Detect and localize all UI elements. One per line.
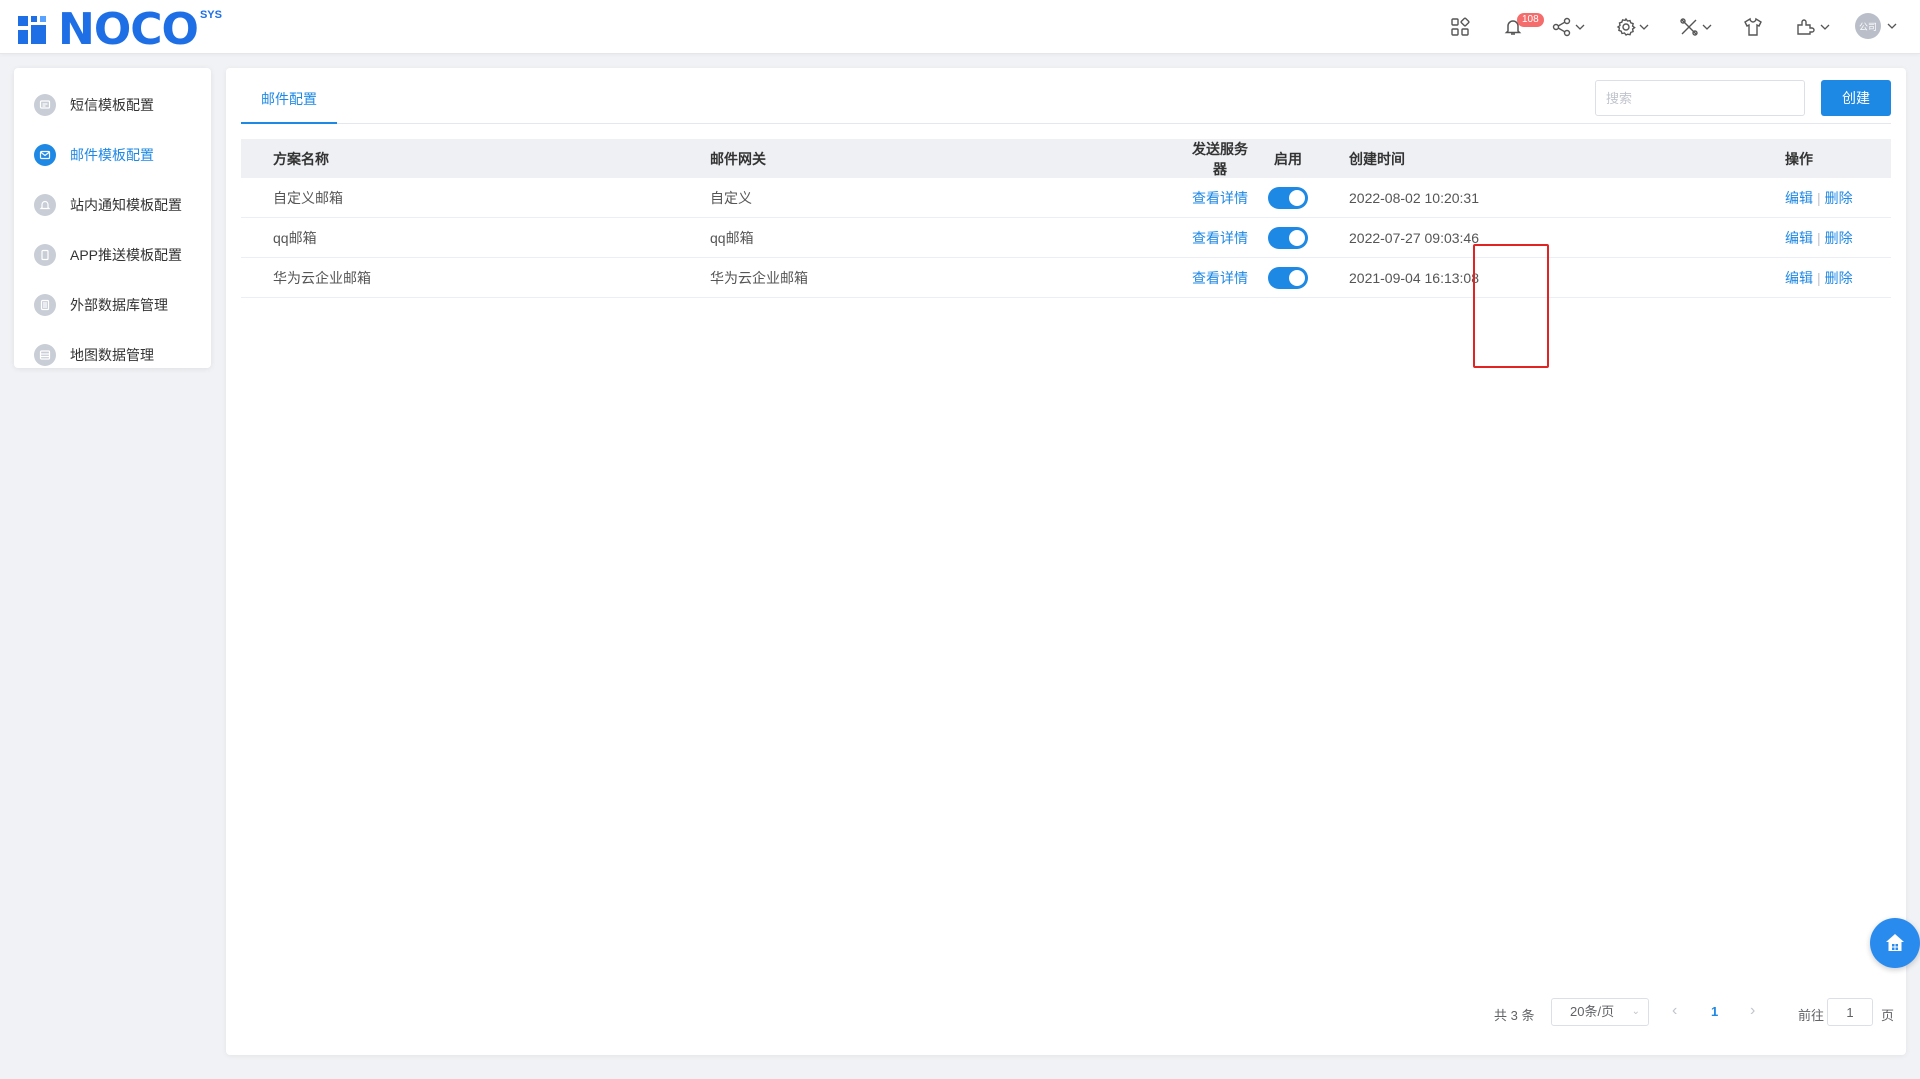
header-actions: 操作 [1785, 150, 1813, 167]
sidebar-item-label: 地图数据管理 [70, 347, 154, 363]
action-divider: | [1817, 269, 1821, 286]
goto-label: 前往 [1798, 1008, 1825, 1023]
action-divider: | [1817, 189, 1821, 206]
chevron-down-icon [1575, 24, 1585, 30]
table-row: 自定义邮箱 自定义 查看详情 2022-08-02 10:20:31 编辑 | 删除 [241, 178, 1891, 218]
map-icon [34, 344, 56, 366]
home-icon [1886, 934, 1904, 951]
mail-icon [34, 144, 56, 166]
sidebar-item-map-data[interactable]: 地图数据管理 [14, 330, 211, 380]
cell-scheme-name: qq邮箱 [273, 229, 317, 246]
chevron-down-icon [1702, 24, 1712, 30]
page-size-select[interactable]: 20条/页 ⌄ [1551, 998, 1649, 1026]
chevron-down-icon: ⌄ [1631, 1006, 1640, 1017]
mail-config-table: 方案名称 邮件网关 发送服务器 启用 创建时间 操作 自定义邮箱 自定义 查看详… [241, 139, 1891, 298]
share-icon [1552, 17, 1571, 37]
notification-badge: 108 [1517, 13, 1544, 27]
view-details-link[interactable]: 查看详情 [1192, 230, 1248, 246]
top-bar: NOCO SYS 108 公司 [0, 0, 1920, 54]
search-input[interactable] [1595, 80, 1805, 116]
view-details-link[interactable]: 查看详情 [1192, 190, 1248, 206]
header-enabled: 启用 [1274, 150, 1302, 167]
database-icon [34, 294, 56, 316]
shirt-icon[interactable] [1743, 15, 1763, 39]
edit-link[interactable]: 编辑 [1785, 230, 1813, 246]
table-row: 华为云企业邮箱 华为云企业邮箱 查看详情 2021-09-04 16:13:08… [241, 258, 1891, 298]
phone-icon [34, 244, 56, 266]
pagination-total: 共 3 条 [1494, 1008, 1535, 1023]
sidebar-item-label: 站内通知模板配置 [70, 197, 182, 213]
cell-created-time: 2021-09-04 16:13:08 [1349, 269, 1479, 286]
header-send-server: 发送服务器 [1192, 140, 1248, 177]
sidebar: 短信模板配置 邮件模板配置 站内通知模板配置 APP推送模板配置 外部数据库管理… [14, 68, 211, 368]
user-menu[interactable]: 公司 [1855, 13, 1898, 39]
tools-menu[interactable] [1679, 15, 1713, 39]
apps-grid-icon[interactable] [1450, 15, 1470, 39]
goto-page-input[interactable] [1827, 998, 1873, 1026]
cell-mail-gateway: qq邮箱 [710, 229, 754, 246]
share-menu[interactable] [1552, 15, 1586, 39]
edit-link[interactable]: 编辑 [1785, 190, 1813, 206]
table-header: 方案名称 邮件网关 发送服务器 启用 创建时间 操作 [241, 139, 1891, 178]
puzzle-icon [1797, 19, 1815, 35]
view-details-link[interactable]: 查看详情 [1192, 270, 1248, 286]
main-panel: 邮件配置 创建 方案名称 邮件网关 发送服务器 启用 创建时间 操作 自定义邮箱… [226, 68, 1906, 1055]
message-icon [34, 94, 56, 116]
page-number-current[interactable]: 1 [1711, 1004, 1718, 1019]
action-divider: | [1817, 229, 1821, 246]
sidebar-item-label: 短信模板配置 [70, 97, 154, 113]
top-icon-bar: 108 公司 [0, 0, 1920, 54]
sidebar-item-label: 邮件模板配置 [70, 147, 154, 163]
sidebar-item-app-push-template[interactable]: APP推送模板配置 [14, 230, 211, 280]
chevron-down-icon [1820, 24, 1830, 30]
tab-mail-config[interactable]: 邮件配置 [241, 68, 337, 124]
enabled-switch[interactable] [1268, 226, 1308, 249]
header-mail-gateway: 邮件网关 [710, 150, 766, 167]
sidebar-item-notice-template[interactable]: 站内通知模板配置 [14, 180, 211, 230]
page-suffix: 页 [1881, 1008, 1895, 1023]
prev-page-button[interactable]: ‹ [1672, 1002, 1677, 1020]
page-size-value: 20条/页 [1570, 1004, 1615, 1019]
sidebar-item-label: APP推送模板配置 [70, 247, 183, 263]
sidebar-item-label: 外部数据库管理 [70, 297, 168, 313]
notification-bell[interactable]: 108 [1503, 13, 1544, 39]
sidebar-item-mail-template[interactable]: 邮件模板配置 [14, 130, 211, 180]
chevron-down-icon [1887, 23, 1897, 29]
avatar: 公司 [1855, 13, 1881, 39]
edit-link[interactable]: 编辑 [1785, 270, 1813, 286]
gear-icon [1616, 17, 1636, 36]
enabled-switch[interactable] [1268, 266, 1308, 289]
pagination: 共 3 条 20条/页 ⌄ ‹ 1 › 前往 页 [226, 998, 1906, 1028]
create-button[interactable]: 创建 [1821, 80, 1891, 116]
sidebar-item-sms-template[interactable]: 短信模板配置 [14, 80, 211, 130]
floating-home-button[interactable] [1870, 918, 1920, 968]
cell-created-time: 2022-07-27 09:03:46 [1349, 229, 1479, 246]
header-created-time: 创建时间 [1349, 150, 1405, 167]
cell-mail-gateway: 自定义 [710, 189, 752, 206]
settings-menu[interactable] [1616, 15, 1650, 39]
bell-icon [34, 194, 56, 216]
cell-created-time: 2022-08-02 10:20:31 [1349, 189, 1479, 206]
tools-icon [1680, 18, 1698, 36]
delete-link[interactable]: 删除 [1825, 190, 1853, 206]
enabled-switch[interactable] [1268, 186, 1308, 209]
cell-scheme-name: 自定义邮箱 [273, 189, 343, 206]
table-row: qq邮箱 qq邮箱 查看详情 2022-07-27 09:03:46 编辑 | 删除 [241, 218, 1891, 258]
chevron-down-icon [1639, 24, 1649, 30]
sidebar-item-external-db[interactable]: 外部数据库管理 [14, 280, 211, 330]
next-page-button[interactable]: › [1750, 1002, 1755, 1020]
delete-link[interactable]: 删除 [1825, 270, 1853, 286]
header-scheme-name: 方案名称 [273, 150, 329, 167]
delete-link[interactable]: 删除 [1825, 230, 1853, 246]
cell-scheme-name: 华为云企业邮箱 [273, 269, 371, 286]
plugin-menu[interactable] [1795, 15, 1831, 39]
cell-mail-gateway: 华为云企业邮箱 [710, 269, 808, 286]
